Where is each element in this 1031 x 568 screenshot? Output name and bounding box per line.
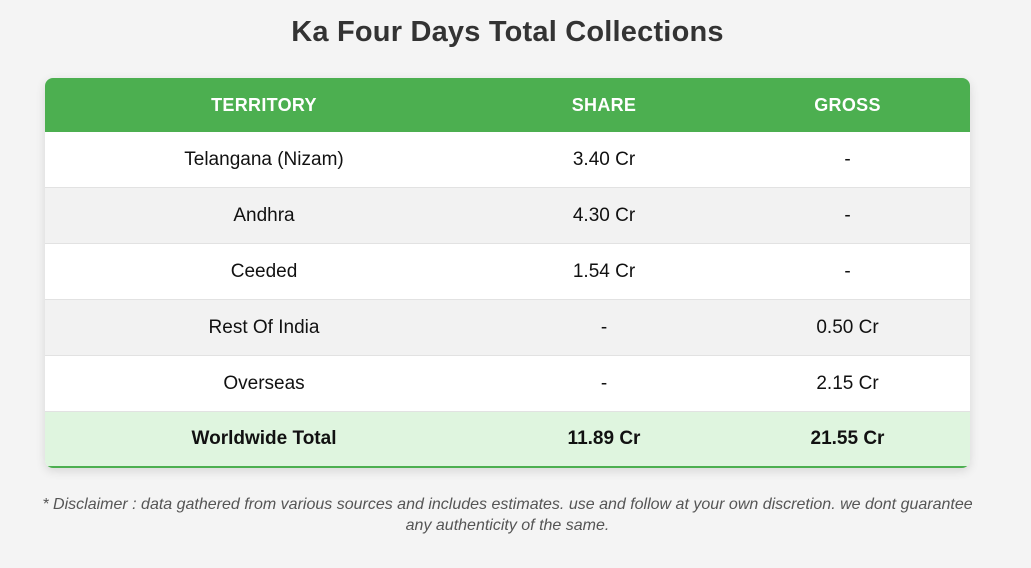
table-row: Overseas - 2.15 Cr bbox=[45, 355, 970, 412]
share-cell: - bbox=[483, 299, 725, 356]
page-title: Ka Four Days Total Collections bbox=[291, 16, 724, 48]
disclaimer-text: * Disclaimer : data gathered from variou… bbox=[42, 496, 973, 534]
collections-table-container: TERRITORY SHARE GROSS Telangana (Nizam) … bbox=[45, 78, 970, 468]
header-gross: GROSS bbox=[814, 94, 881, 115]
share-cell: - bbox=[483, 355, 725, 412]
total-label-cell: Worldwide Total bbox=[45, 411, 483, 468]
territory-cell: Telangana (Nizam) bbox=[45, 132, 483, 188]
header-share: SHARE bbox=[571, 94, 637, 115]
gross-cell: - bbox=[725, 132, 970, 188]
territory-cell: Overseas bbox=[45, 355, 483, 412]
header-row: TERRITORY SHARE GROSS bbox=[45, 78, 970, 132]
table-row: Telangana (Nizam) 3.40 Cr - bbox=[45, 132, 970, 188]
total-share-cell: 11.89 Cr bbox=[483, 411, 725, 468]
gross-cell: - bbox=[725, 243, 970, 300]
gross-cell: 2.15 Cr bbox=[725, 355, 970, 412]
table-body: Telangana (Nizam) 3.40 Cr - Andhra 4.30 … bbox=[45, 132, 970, 468]
page: Ka Four Days Total Collections TERRITORY… bbox=[0, 0, 1031, 568]
territory-cell: Ceeded bbox=[45, 243, 483, 300]
territory-cell: Andhra bbox=[45, 187, 483, 244]
table-row: Rest Of India - 0.50 Cr bbox=[45, 299, 970, 356]
table-header: TERRITORY SHARE GROSS bbox=[45, 78, 970, 132]
share-cell: 1.54 Cr bbox=[483, 243, 725, 300]
gross-cell: 0.50 Cr bbox=[725, 299, 970, 356]
share-cell: 4.30 Cr bbox=[483, 187, 725, 244]
territory-cell: Rest Of India bbox=[45, 299, 483, 356]
share-cell: 3.40 Cr bbox=[483, 132, 725, 188]
table-row: Andhra 4.30 Cr - bbox=[45, 187, 970, 244]
collections-table: TERRITORY SHARE GROSS Telangana (Nizam) … bbox=[45, 78, 970, 468]
gross-cell: - bbox=[725, 187, 970, 244]
total-gross-cell: 21.55 Cr bbox=[725, 411, 970, 468]
table-row: Ceeded 1.54 Cr - bbox=[45, 243, 970, 300]
header-territory: TERRITORY bbox=[211, 94, 317, 115]
total-row: Worldwide Total 11.89 Cr 21.55 Cr bbox=[45, 411, 970, 468]
